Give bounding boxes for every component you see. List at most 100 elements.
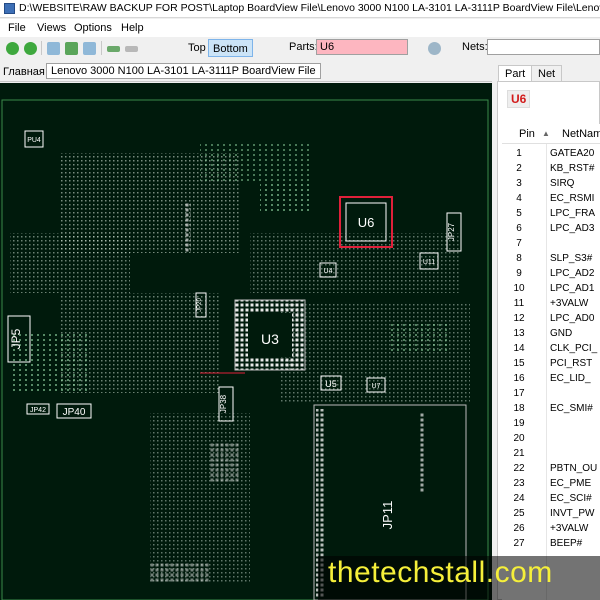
- side-panel: Part Net U6 Pin ▲ NetName 1 GATEA20 2 KB_RS…: [492, 60, 600, 600]
- pin-number: 22: [513, 463, 525, 474]
- file-tab[interactable]: Lenovo 3000 N100 LA-3101 LA-3111P BoardV…: [46, 63, 321, 79]
- pin-number: 17: [513, 388, 525, 399]
- pin-number: 20: [513, 433, 525, 444]
- u11-label[interactable]: U11: [423, 259, 435, 266]
- u6-label[interactable]: U6: [358, 215, 375, 230]
- tab-part[interactable]: Part: [498, 65, 533, 82]
- net-name: SIRQ: [550, 178, 575, 189]
- table-row[interactable]: 5 LPC_FRA: [502, 206, 600, 221]
- col-pin-header[interactable]: Pin: [519, 128, 535, 140]
- zoom-out-icon[interactable]: [83, 42, 96, 55]
- table-row[interactable]: 3 SIRQ: [502, 176, 600, 191]
- pin-number: 23: [513, 478, 525, 489]
- pin-number: 13: [513, 328, 525, 339]
- board-view[interactable]: U3 U6 JP11 JP5 PU4 JP42 JP40 JP38 JP27 J…: [0, 83, 492, 600]
- arrow-right-icon[interactable]: [125, 46, 138, 52]
- table-row[interactable]: 27 BEEP#: [502, 536, 600, 551]
- parts-label: Parts:: [289, 41, 318, 53]
- table-row[interactable]: 11 +3VALW: [502, 296, 600, 311]
- u5-label[interactable]: U5: [325, 379, 337, 389]
- table-row[interactable]: 4 EC_RSMI: [502, 191, 600, 206]
- zoom-in-icon[interactable]: [47, 42, 60, 55]
- menu-views[interactable]: Views: [37, 22, 66, 34]
- board-canvas[interactable]: U3 U6 JP11 JP5 PU4 JP42 JP40 JP38 JP27 J…: [0, 83, 492, 600]
- nets-input[interactable]: [487, 39, 600, 55]
- tab-net[interactable]: Net: [531, 65, 563, 82]
- table-row[interactable]: 8 SLP_S3#: [502, 251, 600, 266]
- table-row[interactable]: 6 LPC_AD3: [502, 221, 600, 236]
- col-net-header[interactable]: NetName: [562, 128, 600, 140]
- parts-input[interactable]: U6: [316, 39, 408, 55]
- table-row[interactable]: 24 EC_SCI#: [502, 491, 600, 506]
- pu4-label[interactable]: PU4: [27, 137, 41, 144]
- net-name: INVT_PW: [550, 508, 595, 519]
- table-row[interactable]: 17: [502, 386, 600, 401]
- table-row[interactable]: 12 LPC_AD0: [502, 311, 600, 326]
- table-row[interactable]: 10 LPC_AD1: [502, 281, 600, 296]
- net-name: LPC_FRA: [550, 208, 596, 219]
- menu-options[interactable]: Options: [74, 22, 112, 34]
- table-row[interactable]: 2 KB_RST#: [502, 161, 600, 176]
- jp38-label[interactable]: JP38: [219, 394, 228, 413]
- net-name: +3VALW: [550, 523, 589, 534]
- table-row[interactable]: 14 CLK_PCI_: [502, 341, 600, 356]
- pin-number: 26: [513, 523, 525, 534]
- pin-number: 11: [513, 298, 525, 309]
- top-button[interactable]: Top: [184, 39, 210, 57]
- table-row[interactable]: 22 PBTN_OU: [502, 461, 600, 476]
- table-row[interactable]: 9 LPC_AD2: [502, 266, 600, 281]
- pin-table-header: Pin ▲ NetName: [502, 124, 600, 144]
- table-row[interactable]: 15 PCI_RST: [502, 356, 600, 371]
- rotate-left-icon[interactable]: [6, 42, 19, 55]
- home-tab[interactable]: Главная: [3, 66, 45, 78]
- jp42-label[interactable]: JP42: [30, 407, 46, 414]
- net-name: PBTN_OU: [550, 463, 598, 474]
- menu-file[interactable]: File: [8, 22, 26, 34]
- menu-help[interactable]: Help: [121, 22, 144, 34]
- pin-table: Pin ▲ NetName 1 GATEA20 2 KB_RST# 3 SIRQ 4 EC_R…: [502, 124, 600, 600]
- pin-number: 16: [513, 373, 525, 384]
- jp11-label[interactable]: JP11: [380, 501, 395, 530]
- table-row[interactable]: 7: [502, 236, 600, 251]
- pin-number: 25: [513, 508, 525, 519]
- pin-number: 12: [513, 313, 525, 324]
- u3-label[interactable]: U3: [261, 331, 279, 347]
- table-row[interactable]: 18 EC_SMI#: [502, 401, 600, 416]
- sort-up-icon[interactable]: ▲: [542, 129, 550, 138]
- jp5-label[interactable]: JP5: [9, 328, 23, 349]
- net-name: SLP_S3#: [550, 253, 593, 264]
- table-row[interactable]: 1 GATEA20: [502, 146, 600, 161]
- arrow-left-icon[interactable]: [107, 46, 120, 52]
- jp27-label[interactable]: JP27: [447, 222, 456, 241]
- pin-number: 5: [516, 208, 522, 219]
- table-row[interactable]: 19: [502, 416, 600, 431]
- u7-label[interactable]: U7: [372, 383, 381, 390]
- table-row[interactable]: 26 +3VALW: [502, 521, 600, 536]
- pin-number: 9: [516, 268, 522, 279]
- table-row[interactable]: 21: [502, 446, 600, 461]
- jp20-label[interactable]: JP20: [197, 298, 203, 312]
- menu-bar: File Views Options Help: [0, 19, 600, 37]
- rotate-right-icon[interactable]: [24, 42, 37, 55]
- watermark-text: thetechstall.com: [328, 556, 553, 589]
- table-row[interactable]: 16 EC_LID_: [502, 371, 600, 386]
- zoom-fit-icon[interactable]: [65, 42, 78, 55]
- net-name: BEEP#: [550, 538, 583, 549]
- table-row[interactable]: 25 INVT_PW: [502, 506, 600, 521]
- net-name: LPC_AD2: [550, 268, 595, 279]
- title-bar: D:\WEBSITE\RAW BACKUP FOR POST\Laptop Bo…: [0, 0, 600, 18]
- search-icon[interactable]: [428, 42, 441, 55]
- table-row[interactable]: 23 EC_PME: [502, 476, 600, 491]
- net-name: KB_RST#: [550, 163, 595, 174]
- table-row[interactable]: 13 GND: [502, 326, 600, 341]
- net-name: EC_SCI#: [550, 493, 592, 504]
- net-name: EC_LID_: [550, 373, 591, 384]
- pin-number: 24: [513, 493, 525, 504]
- net-name: GATEA20: [550, 148, 595, 159]
- bottom-button[interactable]: Bottom: [208, 39, 253, 57]
- jp40-label[interactable]: JP40: [63, 407, 86, 418]
- u4-label[interactable]: U4: [324, 268, 333, 275]
- net-name: LPC_AD3: [550, 223, 595, 234]
- net-name: GND: [550, 328, 573, 339]
- table-row[interactable]: 20: [502, 431, 600, 446]
